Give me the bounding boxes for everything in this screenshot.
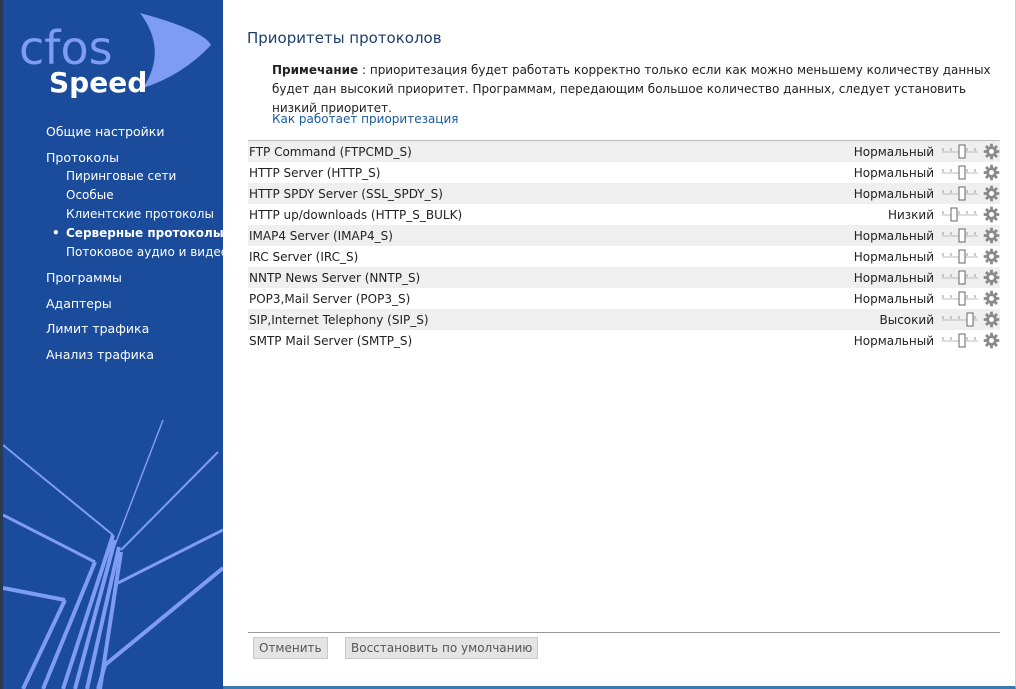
gear-icon[interactable] — [983, 248, 1000, 265]
main-panel: Приоритеты протоколов Примечание : приор… — [223, 0, 1016, 689]
sidebar-item[interactable]: Общие настройки — [46, 124, 164, 139]
priority-slider[interactable] — [940, 311, 980, 328]
priority-label: Высокий — [879, 312, 935, 327]
protocol-row: HTTP up/downloads (HTTP_S_BULK) Низкий — [248, 204, 1000, 225]
priority-label: Нормальный — [853, 165, 934, 180]
priority-slider[interactable] — [940, 269, 980, 286]
protocol-name: SMTP Mail Server (SMTP_S) — [249, 333, 413, 348]
page-title: Приоритеты протоколов — [247, 29, 442, 47]
slider-thumb — [958, 291, 966, 306]
how-prioritization-works-link[interactable]: Как работает приоритезация — [272, 112, 459, 126]
protocol-name: HTTP up/downloads (HTTP_S_BULK) — [249, 207, 463, 222]
slider-thumb — [958, 144, 966, 159]
gear-icon[interactable] — [983, 227, 1000, 244]
gear-icon[interactable] — [983, 164, 1000, 181]
gear-icon[interactable] — [983, 143, 1000, 160]
priority-label: Нормальный — [853, 270, 934, 285]
sidebar-item[interactable]: Лимит трафика — [46, 321, 149, 336]
protocol-row: IMAP4 Server (IMAP4_S) Нормальный — [248, 225, 1000, 246]
gear-icon[interactable] — [983, 269, 1000, 286]
protocol-row: SMTP Mail Server (SMTP_S) Нормальный — [248, 330, 1000, 351]
priority-slider[interactable] — [940, 206, 980, 223]
priority-slider[interactable] — [940, 332, 980, 349]
restore-defaults-button[interactable]: Восстановить по умолчанию — [345, 637, 539, 659]
slider-thumb — [958, 228, 966, 243]
protocol-name: IRC Server (IRC_S) — [249, 249, 359, 264]
sidebar-item[interactable]: Пиринговые сети — [66, 169, 176, 183]
protocol-row: SIP,Internet Telephony (SIP_S) Высокий — [248, 309, 1000, 330]
priority-label: Нормальный — [853, 228, 934, 243]
protocol-row: HTTP Server (HTTP_S) Нормальный — [248, 162, 1000, 183]
priority-slider[interactable] — [940, 143, 980, 160]
protocol-row: HTTP SPDY Server (SSL_SPDY_S) Нормальный — [248, 183, 1000, 204]
sidebar: cfos Speed Общие настройки Протоколы Пирин… — [0, 0, 228, 689]
slider-thumb — [966, 312, 974, 327]
sidebar-item[interactable]: Программы — [46, 270, 122, 285]
priority-label: Нормальный — [853, 186, 934, 201]
priority-label: Нормальный — [853, 249, 934, 264]
divider — [248, 632, 1000, 633]
logo-art: cfos Speed — [3, 13, 223, 689]
priority-label: Низкий — [887, 207, 934, 222]
protocol-row: IRC Server (IRC_S) Нормальный — [248, 246, 1000, 267]
gear-icon[interactable] — [983, 290, 1000, 307]
priority-slider[interactable] — [940, 248, 980, 265]
note-label: Примечание — [272, 63, 359, 77]
priority-label: Нормальный — [853, 333, 934, 348]
slider-thumb — [958, 270, 966, 285]
sidebar-item[interactable]: Серверные протоколы — [52, 226, 224, 240]
gear-icon[interactable] — [983, 332, 1000, 349]
sidebar-item[interactable]: Клиентские протоколы — [66, 207, 214, 221]
protocol-row: FTP Command (FTPCMD_S) Нормальный — [248, 141, 1000, 162]
slider-thumb — [958, 249, 966, 264]
protocol-list: FTP Command (FTPCMD_S) Нормальный HTTP S… — [248, 140, 1000, 351]
slider-thumb — [950, 207, 958, 222]
protocol-name: POP3,Mail Server (POP3_S) — [249, 291, 411, 306]
protocol-name: SIP,Internet Telephony (SIP_S) — [249, 312, 429, 327]
gear-icon[interactable] — [983, 185, 1000, 202]
protocol-row: POP3,Mail Server (POP3_S) Нормальный — [248, 288, 1000, 309]
slider-thumb — [958, 186, 966, 201]
priority-label: Нормальный — [853, 291, 934, 306]
sidebar-item[interactable]: Особые — [66, 188, 114, 202]
sidebar-item[interactable]: Адаптеры — [46, 296, 112, 311]
sidebar-item[interactable]: Анализ трафика — [46, 347, 154, 362]
protocol-name: FTP Command (FTPCMD_S) — [249, 144, 412, 159]
priority-slider[interactable] — [940, 290, 980, 307]
priority-slider[interactable] — [940, 227, 980, 244]
note-text: : приоритезация будет работать корректно… — [272, 63, 991, 115]
protocol-row: NNTP News Server (NNTP_S) Нормальный — [248, 267, 1000, 288]
note: Примечание : приоритезация будет работат… — [272, 61, 1002, 118]
cancel-button[interactable]: Отменить — [253, 637, 328, 659]
gear-icon[interactable] — [983, 206, 1000, 223]
protocol-name: HTTP SPDY Server (SSL_SPDY_S) — [249, 186, 443, 201]
protocol-name: IMAP4 Server (IMAP4_S) — [249, 228, 393, 243]
protocol-name: HTTP Server (HTTP_S) — [249, 165, 381, 180]
priority-slider[interactable] — [940, 164, 980, 181]
logo-speed: Speed — [49, 66, 147, 99]
sidebar-item[interactable]: Потоковое аудио и видео — [66, 245, 228, 259]
slider-thumb — [958, 165, 966, 180]
priority-label: Нормальный — [853, 144, 934, 159]
gear-icon[interactable] — [983, 311, 1000, 328]
priority-slider[interactable] — [940, 185, 980, 202]
protocol-name: NNTP News Server (NNTP_S) — [249, 270, 421, 285]
slider-thumb — [958, 333, 966, 348]
sidebar-item[interactable]: Протоколы — [46, 150, 119, 165]
